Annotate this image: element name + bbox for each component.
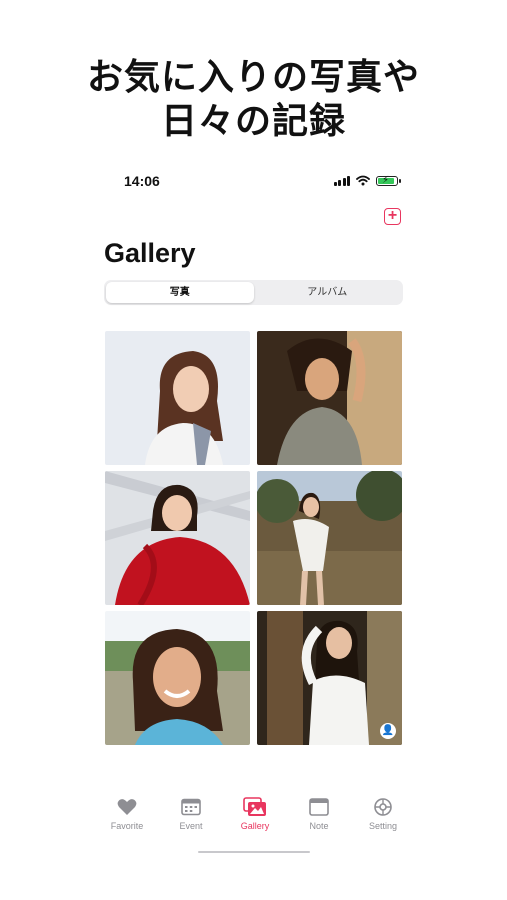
battery-charging-icon: ⚡ [376,175,401,186]
status-bar: 14:06 ⚡ [104,170,404,194]
plus-square-icon: + [387,207,398,224]
promo-headline: お気に入りの写真や 日々の記録 [0,56,507,144]
promo-headline-line2: 日々の記録 [160,101,346,142]
segment-photos[interactable]: 写真 [106,282,254,303]
tab-label: Favorite [110,821,144,831]
tab-label: Gallery [240,821,270,831]
photo-grid: 👤 [105,331,403,745]
status-icons: ⚡ [333,175,401,186]
page-title: Gallery [104,238,196,268]
wifi-icon [356,175,370,186]
tab-gallery[interactable]: Gallery [223,796,287,840]
tab-label: Event [179,821,203,831]
segmented-control: 写真 アルバム [104,280,403,305]
note-icon [287,796,351,818]
gallery-photo[interactable] [105,331,250,465]
tab-bar: Favorite Event Gallery Note Setting [95,796,415,840]
tab-setting[interactable]: Setting [351,796,415,840]
segment-albums[interactable]: アルバム [254,282,402,303]
tab-note[interactable]: Note [287,796,351,840]
gallery-photo[interactable] [257,331,402,465]
photos-icon [223,796,287,818]
calendar-icon [159,796,223,818]
gallery-photo[interactable] [105,471,250,605]
tab-favorite[interactable]: Favorite [95,796,159,840]
add-photo-button[interactable]: + [384,208,401,225]
home-indicator [198,851,310,853]
status-time: 14:06 [124,173,160,189]
tab-event[interactable]: Event [159,796,223,840]
cellular-signal-icon [333,175,350,186]
promo-headline-line1: お気に入りの写真や [86,57,420,98]
gallery-photo[interactable] [257,471,402,605]
heart-icon [95,796,159,818]
tab-label: Note [309,821,329,831]
gear-icon [351,796,415,818]
gallery-photo[interactable]: 👤 [257,611,402,745]
tab-label: Setting [368,821,398,831]
gallery-photo[interactable] [105,611,250,745]
person-badge-icon: 👤 [380,723,396,739]
